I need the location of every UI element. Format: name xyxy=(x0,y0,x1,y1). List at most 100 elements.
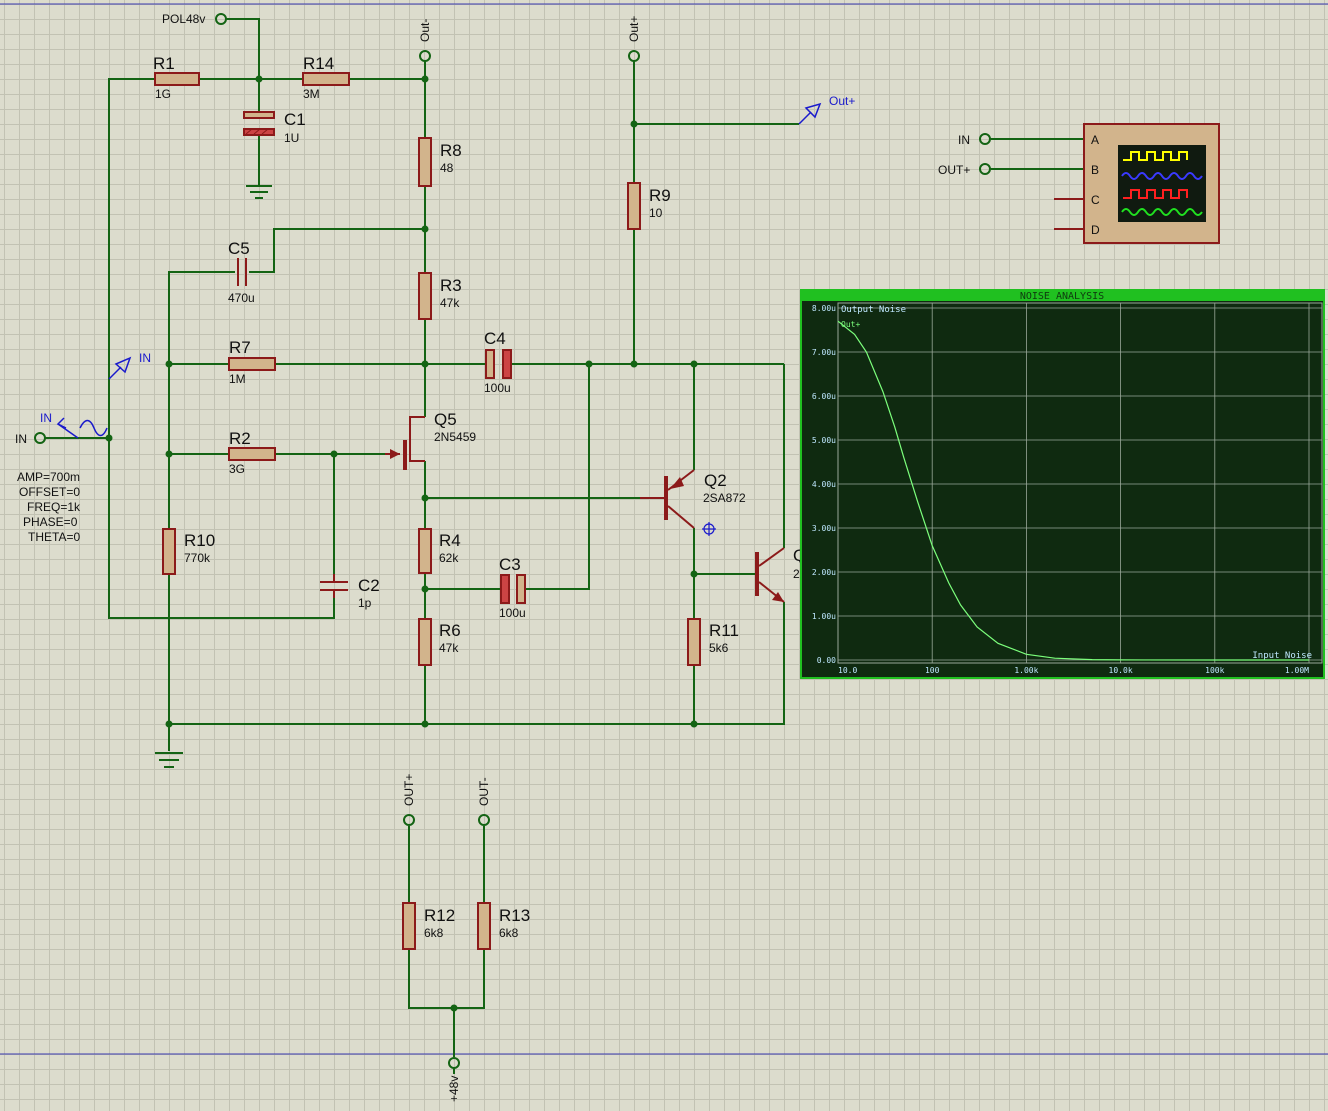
transistor-q5[interactable]: Q5 2N5459 xyxy=(385,410,476,470)
r12-ref: R12 xyxy=(424,906,455,925)
c1-value: 1U xyxy=(284,131,299,145)
graph-y-tick-label: 8.00u xyxy=(812,304,836,313)
graph-y-tick-label: 1.00u xyxy=(812,612,836,621)
r4-value: 62k xyxy=(439,551,459,565)
r4-ref: R4 xyxy=(439,531,461,550)
out-plus-bottom-label: OUT+ xyxy=(402,774,416,806)
q5-ref: Q5 xyxy=(434,410,457,429)
graph-x-tick-label: 10.0k xyxy=(1109,666,1133,675)
resistor-r8[interactable]: R8 48 xyxy=(418,137,462,187)
r3-ref: R3 xyxy=(440,276,462,295)
r10-value: 770k xyxy=(184,551,211,565)
in-terminal-label: IN xyxy=(15,432,27,446)
sine-generator[interactable]: IN AMP=700m OFFSET=0 FREQ=1k PHASE=0 THE… xyxy=(17,411,108,544)
out-plus-top-label: Out+ xyxy=(627,16,641,42)
c3-ref: C3 xyxy=(499,555,521,574)
terminal-in[interactable]: IN xyxy=(15,432,80,446)
q2-ref: Q2 xyxy=(704,471,727,490)
scope-in-terminal[interactable] xyxy=(979,133,991,145)
r3-value: 47k xyxy=(440,296,460,310)
resistor-r3[interactable]: R3 47k xyxy=(418,272,462,320)
schematic-canvas[interactable]: R1 1G R14 3M R8 48 R3 47k R7 1M R2 3G R9… xyxy=(0,0,1328,1111)
graph-trace-label: Out+ xyxy=(841,320,860,329)
generator-offset: OFFSET=0 xyxy=(19,485,80,499)
c4-value: 100u xyxy=(484,381,511,395)
r7-value: 1M xyxy=(229,372,246,386)
probe-out-plus[interactable]: Out+ xyxy=(798,94,855,125)
scope-channel-a: A xyxy=(1091,133,1099,147)
generator-theta: THETA=0 xyxy=(28,530,80,544)
graph-x-tick-label: 1.00k xyxy=(1014,666,1038,675)
resistor-r13[interactable]: R13 6k8 xyxy=(477,902,530,950)
resistor-r12[interactable]: R12 6k8 xyxy=(402,902,455,950)
c5-value: 470u xyxy=(228,291,255,305)
transistor-q2[interactable]: Q2 2SA872 xyxy=(640,469,746,529)
graph-x-tick-label: 10.0 xyxy=(838,666,857,675)
generator-in-label: IN xyxy=(40,411,52,425)
capacitor-c3[interactable]: C3 100u xyxy=(499,555,526,620)
scope-in-label: IN xyxy=(958,133,970,147)
scope-channel-c: C xyxy=(1091,193,1100,207)
capacitor-c2[interactable]: C2 1p xyxy=(320,574,380,610)
r8-value: 48 xyxy=(440,161,454,175)
probe-in[interactable]: IN xyxy=(108,351,151,380)
graph-title: NOISE ANALYSIS xyxy=(1020,291,1104,302)
terminal-out-plus-top[interactable]: Out+ xyxy=(627,16,641,62)
c1-ref: C1 xyxy=(284,110,306,129)
r9-ref: R9 xyxy=(649,186,671,205)
c2-value: 1p xyxy=(358,596,372,610)
oscilloscope[interactable]: IN OUT+ A B C D xyxy=(938,123,1220,244)
r13-value: 6k8 xyxy=(499,926,519,940)
graph-y-tick-label: 4.00u xyxy=(812,480,836,489)
scope-channel-b: B xyxy=(1091,163,1099,177)
resistor-r2[interactable]: R2 3G xyxy=(228,429,276,476)
resistor-r6[interactable]: R6 47k xyxy=(418,618,461,666)
graph-y-tick-label: 3.00u xyxy=(812,524,836,533)
resistor-r9[interactable]: R9 10 xyxy=(627,182,671,230)
ground-symbol-main xyxy=(155,752,183,768)
plus48v-label: +48v xyxy=(447,1076,461,1102)
scope-out-label: OUT+ xyxy=(938,163,970,177)
graph-y-tick-label: 7.00u xyxy=(812,348,836,357)
probe-out-plus-label: Out+ xyxy=(829,94,855,108)
graph-x-tick-label: 100 xyxy=(925,666,940,675)
graph-y-title: Output Noise xyxy=(841,305,906,315)
terminal-out-minus-top[interactable]: Out- xyxy=(418,19,432,62)
out-minus-bottom-label: OUT- xyxy=(477,777,491,806)
q2-value: 2SA872 xyxy=(703,491,746,505)
capacitor-c1[interactable]: C1 1U xyxy=(243,110,306,145)
noise-analysis-graph[interactable]: NOISE ANALYSIS 8.00u 7.00u 6.00u 5.00u 4.00u… xyxy=(800,289,1325,679)
terminal-out-minus-bottom[interactable]: OUT- xyxy=(477,777,491,826)
r10-ref: R10 xyxy=(184,531,215,550)
terminal-out-plus-bottom[interactable]: OUT+ xyxy=(402,774,416,826)
q5-value: 2N5459 xyxy=(434,430,476,444)
capacitor-c4[interactable]: C4 100u xyxy=(484,329,512,395)
crosshair-cursor-icon xyxy=(702,522,716,536)
resistor-r1[interactable]: R1 1G xyxy=(153,54,200,101)
ground-symbol-c1 xyxy=(246,185,272,199)
scope-out-terminal[interactable] xyxy=(979,163,991,175)
r12-value: 6k8 xyxy=(424,926,444,940)
c3-value: 100u xyxy=(499,606,526,620)
generator-freq: FREQ=1k xyxy=(27,500,81,514)
resistor-r4[interactable]: R4 62k xyxy=(418,528,461,574)
resistor-r14[interactable]: R14 3M xyxy=(302,54,350,101)
resistor-r10[interactable]: R10 770k xyxy=(162,528,215,575)
r11-ref: R11 xyxy=(709,621,739,640)
r6-ref: R6 xyxy=(439,621,461,640)
resistor-r7[interactable]: R7 1M xyxy=(228,338,276,386)
terminal-pol48v[interactable]: POL48v xyxy=(162,12,229,26)
r2-ref: R2 xyxy=(229,429,251,448)
terminal-plus48v[interactable]: +48v xyxy=(447,1057,461,1102)
r2-value: 3G xyxy=(229,462,245,476)
graph-y-tick-label: 0.00 xyxy=(817,656,836,665)
r11-value: 5k6 xyxy=(709,641,729,655)
graph-x-tick-label: 1.00M xyxy=(1285,666,1309,675)
r8-ref: R8 xyxy=(440,141,462,160)
pol48v-label: POL48v xyxy=(162,12,205,26)
c5-ref: C5 xyxy=(228,239,250,258)
probe-in-label: IN xyxy=(139,351,151,365)
resistor-r11[interactable]: R11 5k6 xyxy=(687,618,739,666)
graph-x-tick-label: 100k xyxy=(1205,666,1224,675)
r13-ref: R13 xyxy=(499,906,530,925)
